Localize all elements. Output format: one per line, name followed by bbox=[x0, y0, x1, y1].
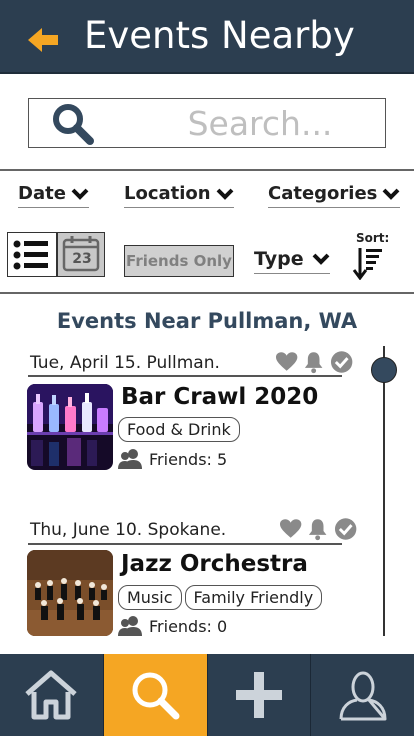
tag-chip[interactable]: Family Friendly bbox=[184, 585, 323, 610]
friends-icon bbox=[118, 449, 142, 469]
bottom-tab-bar bbox=[0, 654, 414, 736]
event-tags: Music Family Friendly bbox=[118, 585, 323, 610]
chevron-down-icon bbox=[71, 188, 89, 200]
friends-count-row: Friends: 5 bbox=[118, 448, 227, 470]
section-title: Events Near Pullman, WA bbox=[56, 309, 358, 333]
heart-icon[interactable] bbox=[279, 517, 302, 541]
app-header: Events Nearby bbox=[0, 0, 414, 74]
bar-bottles-image bbox=[27, 384, 113, 470]
event-thumbnail[interactable] bbox=[27, 550, 113, 636]
event-actions bbox=[275, 349, 353, 375]
divider bbox=[28, 375, 342, 377]
bell-icon[interactable] bbox=[302, 350, 325, 374]
heart-icon[interactable] bbox=[275, 350, 298, 374]
page-title: Events Nearby bbox=[84, 14, 355, 57]
list-view-button[interactable] bbox=[7, 232, 57, 277]
sort-label: Sort: bbox=[356, 231, 390, 245]
tab-add[interactable] bbox=[208, 654, 312, 736]
chevron-down-icon bbox=[382, 188, 400, 200]
back-arrow-icon[interactable] bbox=[24, 22, 64, 58]
friends-count: Friends: 0 bbox=[149, 616, 228, 636]
event-title[interactable]: Bar Crawl 2020 bbox=[121, 384, 318, 410]
location-filter-dropdown[interactable]: Location bbox=[124, 182, 234, 208]
add-icon bbox=[235, 672, 282, 718]
tag-chip[interactable]: Music bbox=[118, 585, 182, 610]
date-filter-label: Date bbox=[18, 183, 66, 204]
event-date: Tue, April 15. Pullman. bbox=[30, 353, 220, 373]
calendar-view-button[interactable]: 23 bbox=[57, 232, 105, 277]
sort-descending-icon[interactable] bbox=[352, 246, 384, 280]
bell-icon[interactable] bbox=[306, 517, 329, 541]
friends-only-toggle[interactable]: Friends Only bbox=[124, 245, 234, 277]
divider bbox=[28, 543, 342, 545]
location-filter-label: Location bbox=[124, 183, 211, 204]
tag-chip[interactable]: Food & Drink bbox=[118, 417, 240, 442]
divider bbox=[0, 169, 414, 171]
calendar-day: 23 bbox=[72, 251, 92, 267]
check-circle-icon[interactable] bbox=[334, 517, 357, 541]
friends-count: Friends: 5 bbox=[149, 449, 228, 469]
event-actions bbox=[279, 516, 357, 542]
categories-filter-label: Categories bbox=[268, 183, 378, 204]
profile-icon bbox=[339, 671, 387, 721]
scroll-track[interactable] bbox=[383, 346, 385, 636]
tab-profile[interactable] bbox=[311, 654, 414, 736]
event-tags: Food & Drink bbox=[118, 417, 240, 442]
tab-search[interactable] bbox=[103, 654, 208, 736]
date-filter-dropdown[interactable]: Date bbox=[18, 182, 89, 208]
home-icon bbox=[25, 670, 78, 720]
friends-icon bbox=[118, 616, 142, 636]
search-icon[interactable] bbox=[50, 102, 96, 146]
event-date: Thu, June 10. Spokane. bbox=[30, 520, 227, 540]
orchestra-image bbox=[27, 550, 113, 636]
scroll-thumb[interactable] bbox=[371, 357, 397, 383]
search-icon bbox=[132, 672, 180, 720]
search-input[interactable] bbox=[150, 103, 370, 143]
tab-home[interactable] bbox=[0, 654, 104, 736]
type-filter-label: Type bbox=[254, 248, 304, 270]
friends-count-row: Friends: 0 bbox=[118, 615, 227, 637]
check-circle-icon[interactable] bbox=[330, 350, 353, 374]
divider bbox=[0, 292, 414, 294]
chevron-down-icon bbox=[216, 188, 234, 200]
chevron-down-icon bbox=[312, 253, 329, 265]
type-filter-dropdown[interactable]: Type bbox=[254, 248, 330, 274]
event-thumbnail[interactable] bbox=[27, 384, 113, 470]
list-icon bbox=[13, 240, 48, 270]
event-title[interactable]: Jazz Orchestra bbox=[121, 551, 308, 577]
categories-filter-dropdown[interactable]: Categories bbox=[268, 182, 401, 208]
